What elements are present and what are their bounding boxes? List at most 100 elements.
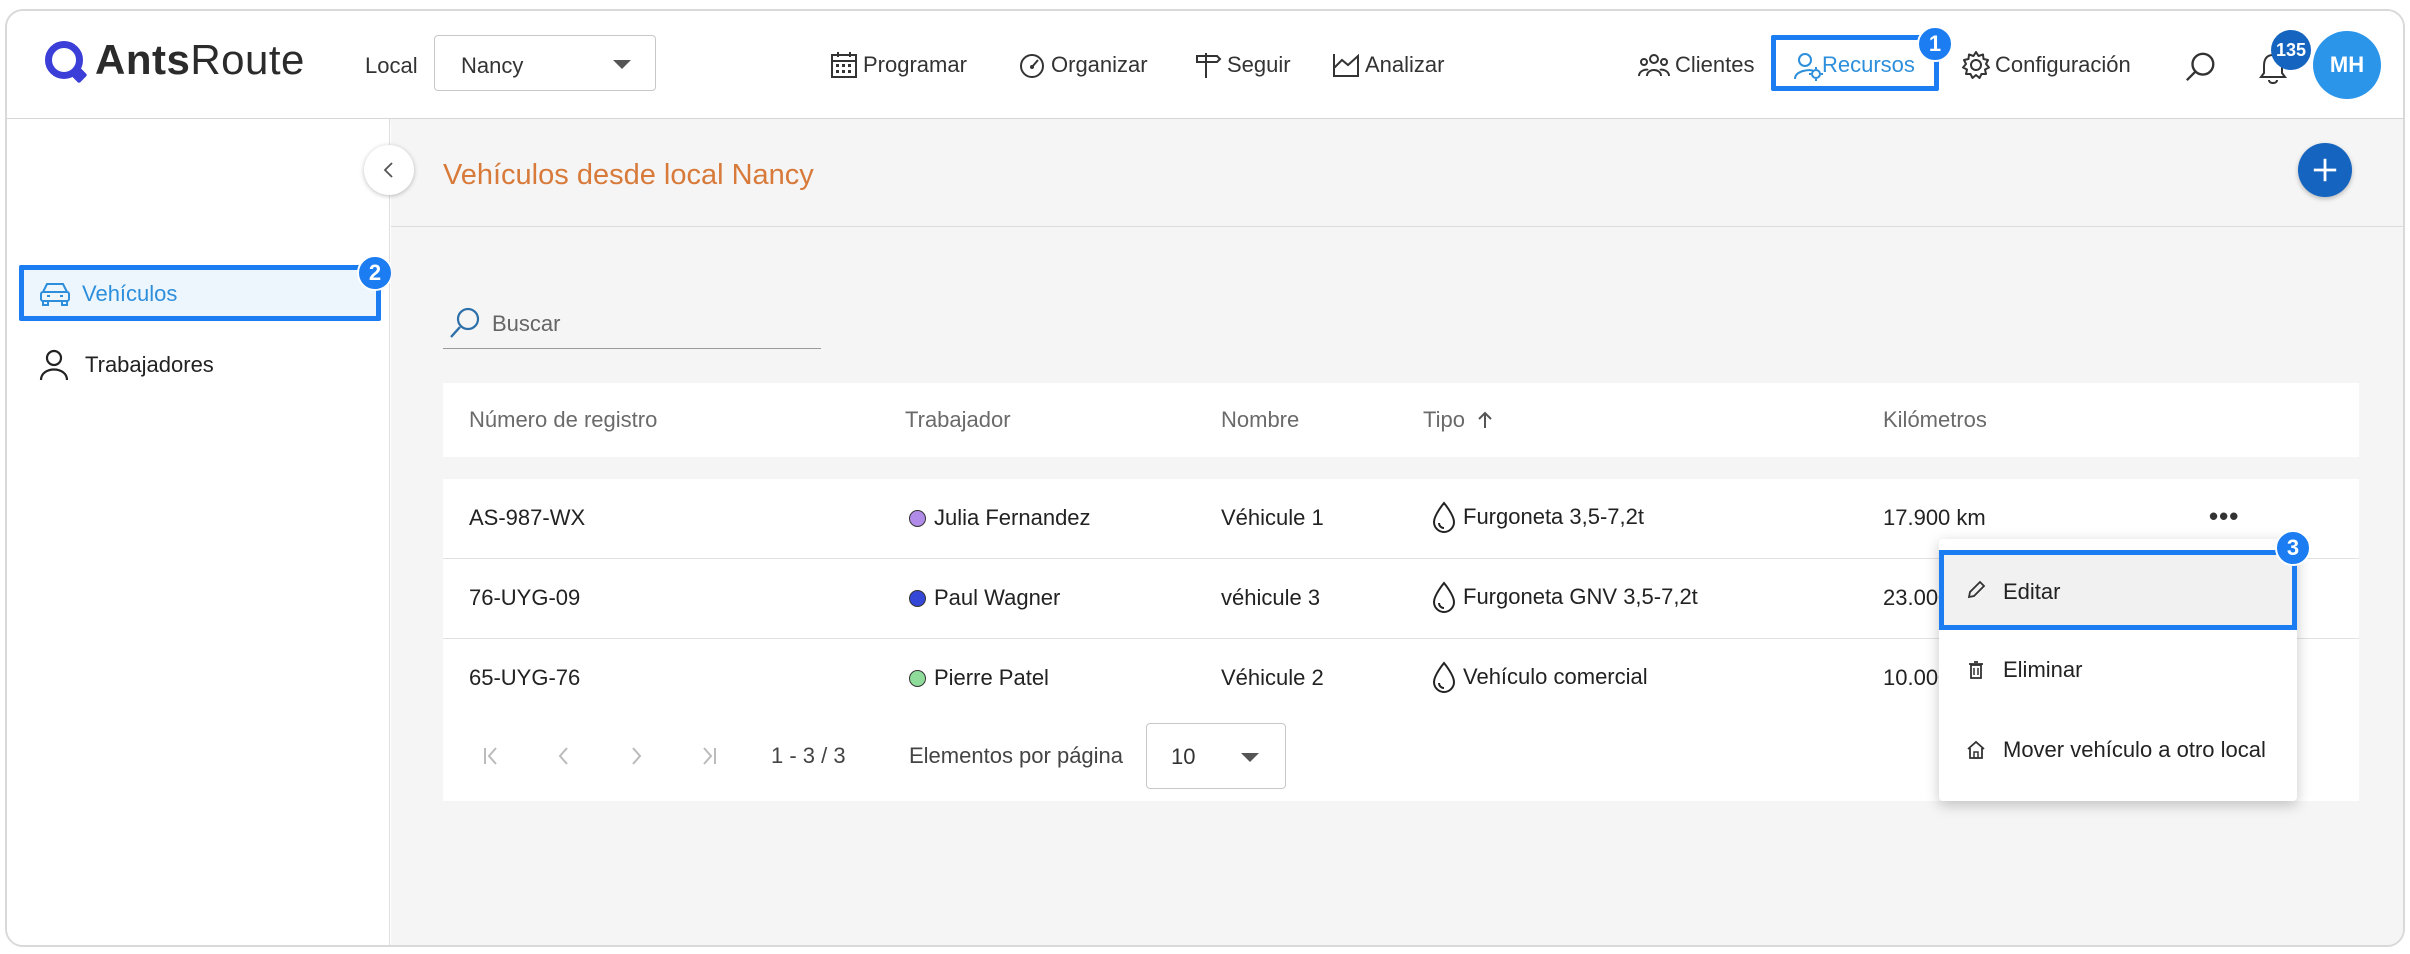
menu-item-editar-highlight[interactable]: Editar <box>1939 550 2297 630</box>
fuel-drop-icon <box>1432 661 1456 693</box>
menu-item-eliminar-label: Eliminar <box>2003 657 2083 682</box>
pencil-icon <box>1967 580 1986 599</box>
table-header: Número de registro Trabajador Nombre Tip… <box>443 383 2359 457</box>
previous-page-button[interactable] <box>547 739 581 773</box>
search-input[interactable] <box>492 307 812 341</box>
chevron-right-icon <box>632 747 642 765</box>
chevron-down-icon <box>1241 753 1259 762</box>
first-page-icon <box>484 747 497 765</box>
last-page-icon <box>703 747 716 765</box>
nav-seguir[interactable]: Seguir <box>1193 47 1291 83</box>
app-logo[interactable]: AntsRoute <box>45 35 305 85</box>
nav-configuracion[interactable]: Configuración <box>1961 47 2131 83</box>
first-page-button[interactable] <box>475 739 509 773</box>
cell-trabajador-name: Paul Wagner <box>934 585 1061 610</box>
page-header: Vehículos desde local Nancy <box>391 119 2403 227</box>
pagination-range: 1 - 3 / 3 <box>771 743 846 768</box>
menu-item-eliminar[interactable]: Eliminar <box>1939 630 2297 710</box>
user-avatar[interactable]: MH <box>2313 31 2381 99</box>
column-header-nombre[interactable]: Nombre <box>1221 407 1299 433</box>
cell-nombre: Véhicule 1 <box>1221 505 1324 530</box>
search-field <box>443 303 821 349</box>
items-per-page-label: Elementos por página <box>909 743 1124 768</box>
users-group-icon <box>1638 54 1670 77</box>
sidebar <box>7 119 390 945</box>
column-header-kilometros[interactable]: Kilómetros <box>1883 407 1987 433</box>
fuel-drop-icon <box>1432 581 1456 613</box>
page-title: Vehículos desde local Nancy <box>443 159 814 191</box>
app-window: AntsRoute Local Nancy Programar Organiza… <box>5 9 2405 947</box>
search-icon <box>2185 52 2215 82</box>
column-header-registro[interactable]: Número de registro <box>469 407 657 433</box>
cell-tipo-label: Furgoneta 3,5-7,2t <box>1463 504 1645 529</box>
column-header-tipo-label: Tipo <box>1423 407 1465 432</box>
nav-analizar[interactable]: Analizar <box>1331 47 1444 83</box>
add-vehicle-button[interactable] <box>2298 143 2352 197</box>
cell-trabajador: Paul Wagner <box>909 585 1060 611</box>
search-icon <box>450 307 480 338</box>
cell-tipo: Vehículo comercial <box>1431 661 1648 693</box>
sidebar-item-trabajadores[interactable]: Trabajadores <box>37 345 214 385</box>
cell-tipo-label: Vehículo comercial <box>1463 664 1648 689</box>
chart-icon <box>1333 53 1359 77</box>
fuel-drop-icon <box>1432 501 1456 533</box>
cell-trabajador: Pierre Patel <box>909 665 1049 691</box>
sidebar-item-vehiculos[interactable]: Vehículos <box>19 265 381 321</box>
items-per-page-value: 10 <box>1171 744 1196 769</box>
user-gear-icon <box>1794 53 1823 81</box>
cell-nombre: Véhicule 2 <box>1221 665 1324 690</box>
sidebar-item-trabajadores-label: Trabajadores <box>85 352 214 377</box>
signpost-icon <box>1196 53 1222 78</box>
callout-badge-1: 1 <box>1917 26 1953 62</box>
chevron-down-icon <box>613 60 631 69</box>
person-icon <box>39 349 69 381</box>
menu-item-mover[interactable]: Mover vehículo a otro local <box>1939 710 2297 790</box>
top-bar: AntsRoute Local Nancy Programar Organiza… <box>7 11 2403 119</box>
cell-trabajador-name: Julia Fernandez <box>934 505 1091 530</box>
logo-text: AntsRoute <box>95 36 305 83</box>
gauge-icon <box>1020 54 1044 78</box>
cell-tipo: Furgoneta GNV 3,5-7,2t <box>1431 581 1698 613</box>
local-label: Local <box>365 53 418 78</box>
sort-arrow-up-icon <box>1478 411 1492 428</box>
cell-registro: 65-UYG-76 <box>469 665 581 690</box>
sidebar-collapse-button[interactable] <box>364 145 414 195</box>
cell-tipo: Furgoneta 3,5-7,2t <box>1431 501 1644 533</box>
trash-icon <box>1969 661 1983 679</box>
items-per-page-select[interactable]: 10 <box>1146 723 1286 789</box>
next-page-button[interactable] <box>619 739 653 773</box>
main-content: Vehículos desde local Nancy Número de re… <box>391 119 2403 945</box>
nav-analizar-label: Analizar <box>1365 52 1445 77</box>
nav-clientes-label: Clientes <box>1675 52 1755 77</box>
cell-nombre: véhicule 3 <box>1221 585 1321 610</box>
row-actions-more-button[interactable]: ••• <box>2209 501 2239 532</box>
notification-count-badge: 135 <box>2271 30 2311 70</box>
column-header-trabajador[interactable]: Trabajador <box>905 407 1011 433</box>
nav-clientes[interactable]: Clientes <box>1637 47 1754 83</box>
callout-badge-2: 2 <box>357 255 393 291</box>
cell-kilometros: 17.900 km <box>1883 505 1986 530</box>
cell-trabajador-name: Pierre Patel <box>934 665 1049 690</box>
last-page-button[interactable] <box>691 739 725 773</box>
column-header-tipo[interactable]: Tipo <box>1423 407 1495 433</box>
menu-item-editar-highlight-label: Editar <box>2003 579 2061 604</box>
gear-icon <box>1962 51 1990 79</box>
nav-organizar-label: Organizar <box>1051 52 1148 77</box>
nav-configuracion-label: Configuración <box>1995 52 2131 77</box>
cell-tipo-label: Furgoneta GNV 3,5-7,2t <box>1463 584 1698 609</box>
search-button[interactable] <box>2183 49 2219 85</box>
local-select-value: Nancy <box>461 53 524 78</box>
nav-recursos[interactable]: Recursos <box>1771 35 1939 91</box>
cell-trabajador: Julia Fernandez <box>909 505 1091 531</box>
nav-programar[interactable]: Programar <box>829 47 967 83</box>
worker-color-dot <box>909 589 926 607</box>
cell-registro: 76-UYG-09 <box>469 585 581 610</box>
home-icon <box>1967 740 1985 759</box>
nav-programar-label: Programar <box>863 52 967 77</box>
local-select[interactable]: Nancy <box>434 35 656 91</box>
cell-registro: AS-987-WX <box>469 505 586 530</box>
car-icon <box>40 283 70 306</box>
nav-organizar[interactable]: Organizar <box>1017 47 1148 83</box>
logo-mark-icon <box>45 41 83 79</box>
menu-item-mover-label: Mover vehículo a otro local <box>2003 737 2266 762</box>
